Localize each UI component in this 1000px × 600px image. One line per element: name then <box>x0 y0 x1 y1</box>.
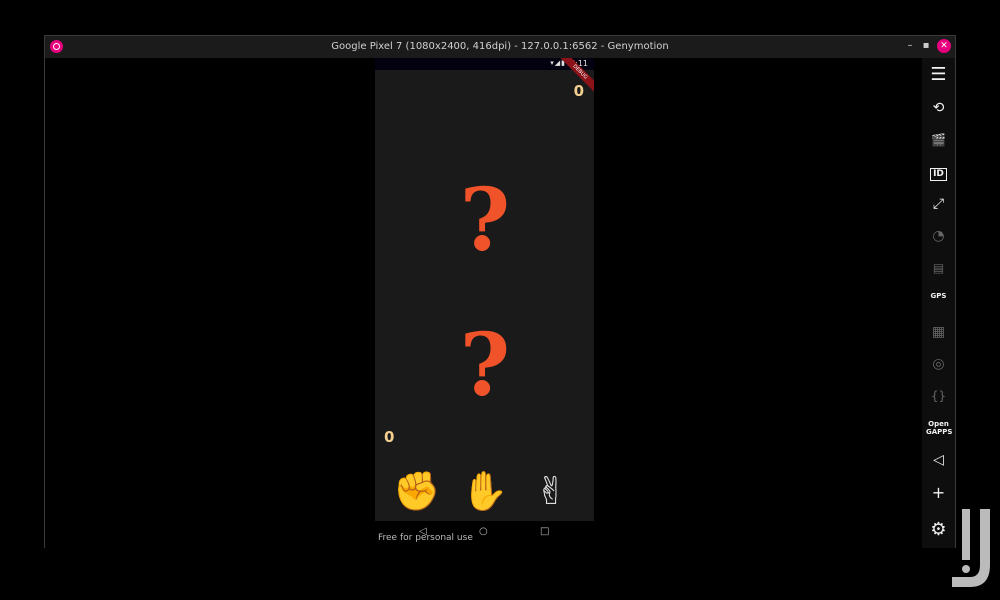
rock-button[interactable]: ✊ <box>393 466 440 516</box>
rss-icon[interactable]: ◔ <box>926 225 951 247</box>
back-triangle-icon[interactable]: ◁ <box>926 449 951 471</box>
sd-card-icon[interactable]: ▤ <box>926 257 951 279</box>
window-title: Google Pixel 7 (1080x2400, 416dpi) - 127… <box>331 41 669 52</box>
phone-screen[interactable]: ▾◢▮ 7:11 DEBUG 0 ? ? 0 ✊ ✋ ✌ <box>375 58 594 521</box>
id-icon[interactable]: ID <box>926 161 951 183</box>
emulator-window: Google Pixel 7 (1080x2400, 416dpi) - 127… <box>44 35 956 548</box>
clapperboard-icon[interactable]: 🎬 <box>926 129 951 151</box>
gps-icon[interactable]: GPS <box>926 289 951 311</box>
opponent-choice: ? <box>459 170 511 271</box>
player-score: 0 <box>384 428 395 446</box>
paper-button[interactable]: ✋ <box>461 466 508 516</box>
menu-icon[interactable]: ☰ <box>926 64 951 86</box>
title-bar[interactable]: Google Pixel 7 (1080x2400, 416dpi) - 127… <box>45 36 955 58</box>
opponent-score: 0 <box>573 82 584 100</box>
nav-home-button[interactable]: ○ <box>479 526 488 537</box>
watermark-text: Free for personal use <box>378 533 473 543</box>
right-toolbar: ☰ ⟲ 🎬 ID ⤢ ◔ ▤ GPS ▦ ◎ {} Open GAPPS ◁ +… <box>922 58 955 548</box>
fullscreen-icon[interactable]: ⤢ <box>926 193 951 215</box>
nav-recent-button[interactable]: □ <box>540 526 549 537</box>
scissors-button[interactable]: ✌ <box>529 466 573 516</box>
rotate-icon[interactable]: ⟲ <box>926 97 951 119</box>
device-area: ▾◢▮ 7:11 DEBUG 0 ? ? 0 ✊ ✋ ✌ ◁ ○ □ Free … <box>45 58 923 548</box>
close-button[interactable]: ✕ <box>937 39 951 53</box>
film-icon[interactable]: ▦ <box>926 321 951 343</box>
maximize-button[interactable]: ▪ <box>919 39 933 53</box>
open-gapps-icon[interactable]: Open GAPPS <box>926 417 952 439</box>
id-label: ID <box>930 168 947 181</box>
braces-icon[interactable]: {} <box>926 385 951 407</box>
player-choice: ? <box>459 315 511 416</box>
fingerprint-icon[interactable]: ◎ <box>926 353 951 375</box>
hand-choices: ✊ ✋ ✌ <box>375 466 594 521</box>
minimize-button[interactable]: – <box>903 39 917 53</box>
brand-watermark-logo <box>952 509 990 587</box>
add-icon[interactable]: + <box>926 482 951 504</box>
